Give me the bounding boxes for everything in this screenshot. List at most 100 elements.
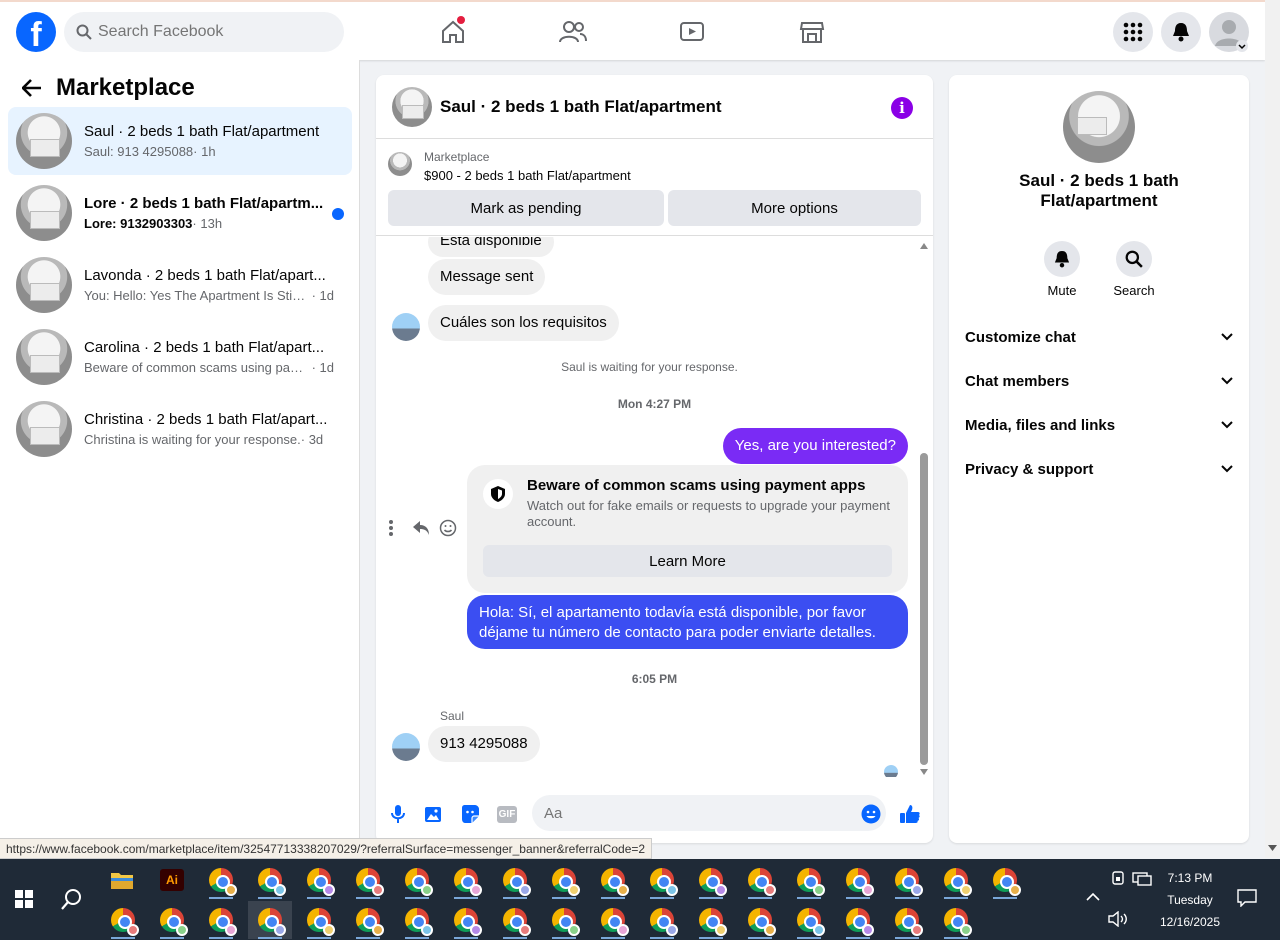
conversation-time: · 1d	[311, 360, 334, 375]
chrome-window-icon[interactable]	[640, 901, 684, 939]
more-icon[interactable]	[388, 520, 394, 536]
chrome-window-icon[interactable]	[787, 901, 831, 939]
conversation-item[interactable]: Lore · 2 beds 1 bath Flat/apartm... Lore…	[8, 179, 352, 247]
search-input[interactable]	[98, 23, 318, 41]
listing-title[interactable]: $900 - 2 beds 1 bath Flat/apartment	[424, 168, 631, 183]
learn-more-button[interactable]: Learn More	[483, 545, 892, 577]
mark-pending-button[interactable]: Mark as pending	[388, 190, 664, 226]
customize-chat-section[interactable]: Customize chat	[965, 315, 1233, 359]
conversation-name: Lore · 2 beds 1 bath Flat/apartm...	[84, 195, 324, 212]
message-scrollbar[interactable]	[919, 243, 929, 775]
like-icon[interactable]	[899, 803, 921, 825]
conversation-item[interactable]: Christina · 2 beds 1 bath Flat/apart... …	[8, 395, 352, 463]
chrome-window-icon[interactable]	[346, 861, 390, 899]
photo-icon[interactable]	[423, 803, 445, 825]
chrome-window-icon[interactable]	[885, 861, 929, 899]
adobe-illustrator-icon[interactable]: Ai	[150, 861, 194, 899]
notifications-icon[interactable]	[1161, 12, 1201, 52]
chrome-window-icon[interactable]	[983, 861, 1027, 899]
chrome-window-icon[interactable]	[787, 861, 831, 899]
mute-button[interactable]: Mute	[1032, 241, 1092, 298]
chat-title[interactable]: Saul · 2 beds 1 bath Flat/apartment	[440, 97, 722, 117]
chrome-window-icon[interactable]	[493, 901, 537, 939]
chrome-window-icon[interactable]	[444, 901, 488, 939]
network-icon[interactable]	[1132, 871, 1152, 890]
media-files-links-section[interactable]: Media, files and links	[965, 403, 1233, 447]
info-icon[interactable]: i	[891, 97, 913, 119]
chrome-window-icon[interactable]	[738, 861, 782, 899]
clock-date: 12/16/2025	[1159, 915, 1221, 929]
home-icon[interactable]	[433, 14, 473, 50]
chrome-window-icon[interactable]	[493, 861, 537, 899]
tray-chevron-icon[interactable]	[1086, 891, 1100, 905]
chrome-window-icon[interactable]	[689, 861, 733, 899]
chrome-window-icon[interactable]	[934, 901, 978, 939]
chrome-window-icon[interactable]	[199, 901, 243, 939]
action-center-icon[interactable]	[1237, 889, 1257, 910]
scrollbar-thumb[interactable]	[920, 453, 928, 765]
microphone-icon[interactable]	[387, 803, 409, 825]
gif-icon[interactable]: GIF	[495, 803, 519, 825]
chrome-window-icon[interactable]	[101, 901, 145, 939]
device-icon[interactable]	[1110, 871, 1126, 890]
listing-thumbnail[interactable]	[388, 152, 412, 176]
chrome-window-icon[interactable]	[836, 901, 880, 939]
emoji-icon[interactable]	[860, 803, 882, 825]
sticker-icon[interactable]	[459, 803, 481, 825]
chrome-window-icon[interactable]	[395, 861, 439, 899]
chrome-window-icon[interactable]	[591, 901, 635, 939]
search-box[interactable]	[64, 12, 344, 52]
chrome-window-icon[interactable]	[150, 901, 194, 939]
chrome-window-icon[interactable]	[591, 861, 635, 899]
file-explorer-icon[interactable]	[100, 861, 144, 899]
menu-grid-icon[interactable]	[1113, 12, 1153, 52]
page-scrollbar[interactable]	[1265, 0, 1280, 858]
reply-icon[interactable]	[412, 520, 430, 536]
friends-icon[interactable]	[553, 14, 593, 50]
back-arrow-icon[interactable]	[22, 79, 42, 97]
chrome-window-icon[interactable]	[395, 901, 439, 939]
privacy-support-section[interactable]: Privacy & support	[965, 447, 1233, 491]
chrome-window-icon[interactable]	[199, 861, 243, 899]
taskbar-search-icon[interactable]	[50, 880, 94, 918]
react-icon[interactable]	[439, 519, 457, 537]
chrome-window-icon[interactable]	[836, 861, 880, 899]
search-conversation-button[interactable]: Search	[1104, 241, 1164, 298]
more-options-button[interactable]: More options	[668, 190, 921, 226]
chat-members-section[interactable]: Chat members	[965, 359, 1233, 403]
listing-thumbnail	[16, 401, 72, 457]
page-title: Marketplace	[56, 74, 195, 101]
conversation-item[interactable]: Lavonda · 2 beds 1 bath Flat/apart... Yo…	[8, 251, 352, 319]
chrome-window-icon[interactable]	[444, 861, 488, 899]
conversation-name: Christina · 2 beds 1 bath Flat/apart...	[84, 411, 328, 428]
chat-header: Saul · 2 beds 1 bath Flat/apartment i	[376, 75, 933, 139]
seen-avatar	[884, 765, 898, 777]
listing-thumbnail	[16, 113, 72, 169]
chrome-window-icon[interactable]	[885, 901, 929, 939]
chrome-window-icon[interactable]	[297, 901, 341, 939]
clock-time[interactable]: 7:13 PM	[1158, 871, 1222, 885]
conversation-item[interactable]: Carolina · 2 beds 1 bath Flat/apart... B…	[8, 323, 352, 391]
marketplace-icon[interactable]	[792, 14, 832, 50]
chrome-window-icon[interactable]	[297, 861, 341, 899]
scam-warning-card: Beware of common scams using payment app…	[467, 465, 908, 593]
chrome-window-icon[interactable]	[640, 861, 684, 899]
chrome-window-icon[interactable]	[689, 901, 733, 939]
chrome-window-icon[interactable]	[738, 901, 782, 939]
chrome-window-icon[interactable]	[248, 901, 292, 939]
account-icon[interactable]	[1209, 12, 1249, 52]
message-input[interactable]	[532, 795, 886, 831]
chrome-window-icon[interactable]	[934, 861, 978, 899]
facebook-logo[interactable]: f	[16, 12, 56, 52]
chrome-window-icon[interactable]	[346, 901, 390, 939]
chrome-window-icon[interactable]	[542, 861, 586, 899]
conversation-item[interactable]: Saul · 2 beds 1 bath Flat/apartment Saul…	[8, 107, 352, 175]
chat-avatar[interactable]	[392, 86, 432, 127]
volume-icon[interactable]	[1108, 910, 1128, 930]
chrome-window-icon[interactable]	[542, 901, 586, 939]
windows-start-icon[interactable]	[2, 880, 46, 918]
conversation-time: · 13h	[192, 216, 223, 231]
chrome-window-icon[interactable]	[248, 861, 292, 899]
watch-icon[interactable]	[672, 14, 712, 50]
timestamp: 6:05 PM	[631, 672, 678, 686]
